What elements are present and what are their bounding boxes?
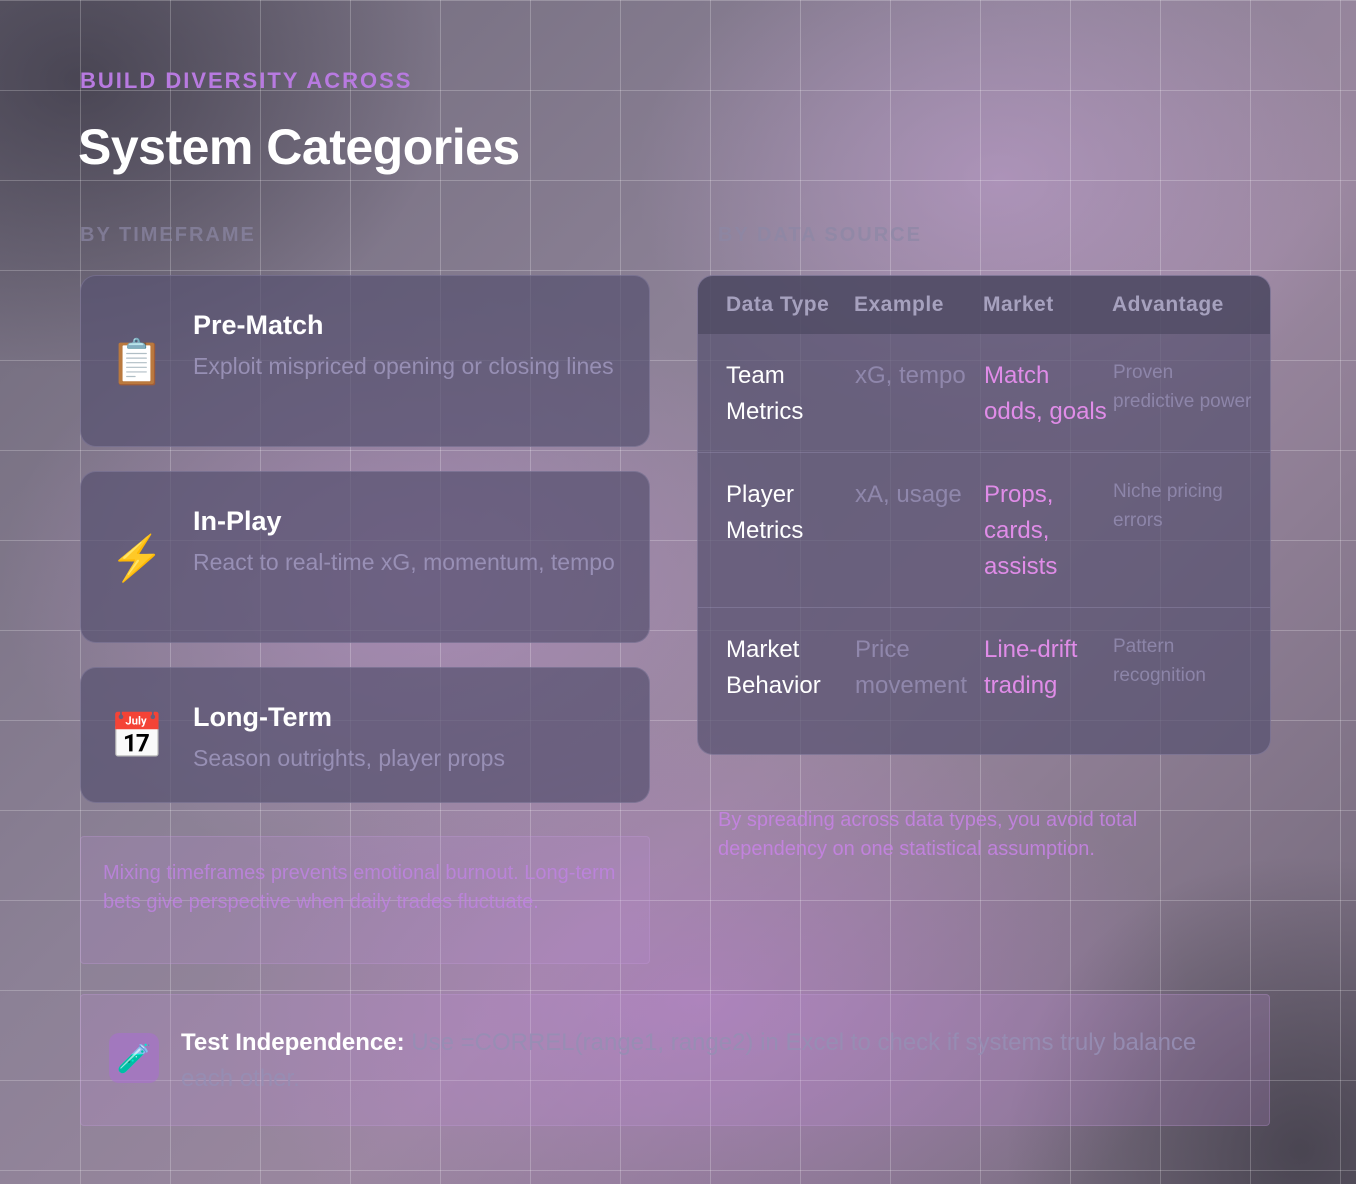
data-type-cell: Team Metrics: [726, 362, 804, 425]
calendar-icon: 📅: [109, 712, 165, 761]
lightning-icon: ⚡: [109, 534, 165, 583]
timeframe-note: Mixing timeframes prevents emotional bur…: [80, 836, 650, 964]
test-tube-icon: 🧪: [109, 1033, 159, 1083]
clipboard-icon: 📋: [109, 338, 165, 387]
column-header: Advantage: [1112, 276, 1270, 334]
data-source-note: By spreading across data types, you avoi…: [718, 809, 1138, 860]
market-cell: Props, cards, assists: [983, 452, 1112, 608]
table-row: Player Metrics xA, usage Props, cards, a…: [698, 452, 1270, 608]
timeframe-card-pre-match: 📋 Pre-Match Exploit mispriced opening or…: [80, 275, 650, 447]
card-title: In-Play: [193, 506, 282, 536]
advantage-cell: Pattern recognition: [1112, 607, 1270, 726]
data-type-cell: Player Metrics: [698, 452, 854, 608]
market-cell: Match odds, goals: [984, 362, 1107, 425]
tip-heading: Test Independence:: [181, 1029, 405, 1056]
card-description: Exploit mispriced opening or closing lin…: [193, 353, 614, 379]
example-cell: xA, usage: [854, 452, 983, 608]
timeframe-section-label: BY TIMEFRAME: [80, 224, 256, 246]
eyebrow-label: BUILD DIVERSITY ACROSS: [80, 68, 413, 93]
data-source-section-label: BY DATA SOURCE: [718, 224, 922, 246]
table-row: Team Metrics xG, tempo Match odds, goals…: [698, 334, 1270, 453]
data-type-cell: Market Behavior: [698, 607, 854, 726]
column-header: Example: [854, 276, 983, 334]
example-cell: Price movement: [854, 607, 983, 726]
column-header: Market: [983, 276, 1112, 334]
advantage-cell: Niche pricing errors: [1112, 452, 1270, 608]
market-cell: Line-drift trading: [983, 607, 1112, 726]
table-row: Market Behavior Price movement Line-drif…: [698, 607, 1270, 726]
timeframe-note-text: Mixing timeframes prevents emotional bur…: [103, 862, 616, 913]
column-header: Data Type: [698, 276, 854, 334]
data-source-table: Data Type Example Market Advantage Team …: [697, 275, 1271, 755]
table-header-row: Data Type Example Market Advantage: [698, 276, 1270, 334]
card-description: Season outrights, player props: [193, 745, 505, 771]
card-description: React to real-time xG, momentum, tempo: [193, 549, 615, 575]
card-title: Pre-Match: [193, 310, 324, 340]
card-title: Long-Term: [193, 702, 332, 732]
advantage-cell: Proven predictive power: [1113, 362, 1252, 412]
page-title: System Categories: [78, 119, 520, 175]
timeframe-card-long-term: 📅 Long-Term Season outrights, player pro…: [80, 667, 650, 803]
example-cell: xG, tempo: [855, 362, 966, 389]
tip-callout: 🧪 Test Independence: Use =CORREL(range1,…: [80, 994, 1270, 1126]
timeframe-card-in-play: ⚡ In-Play React to real-time xG, momentu…: [80, 471, 650, 643]
tip-text: Test Independence: Use =CORREL(range1, r…: [181, 1025, 1201, 1097]
